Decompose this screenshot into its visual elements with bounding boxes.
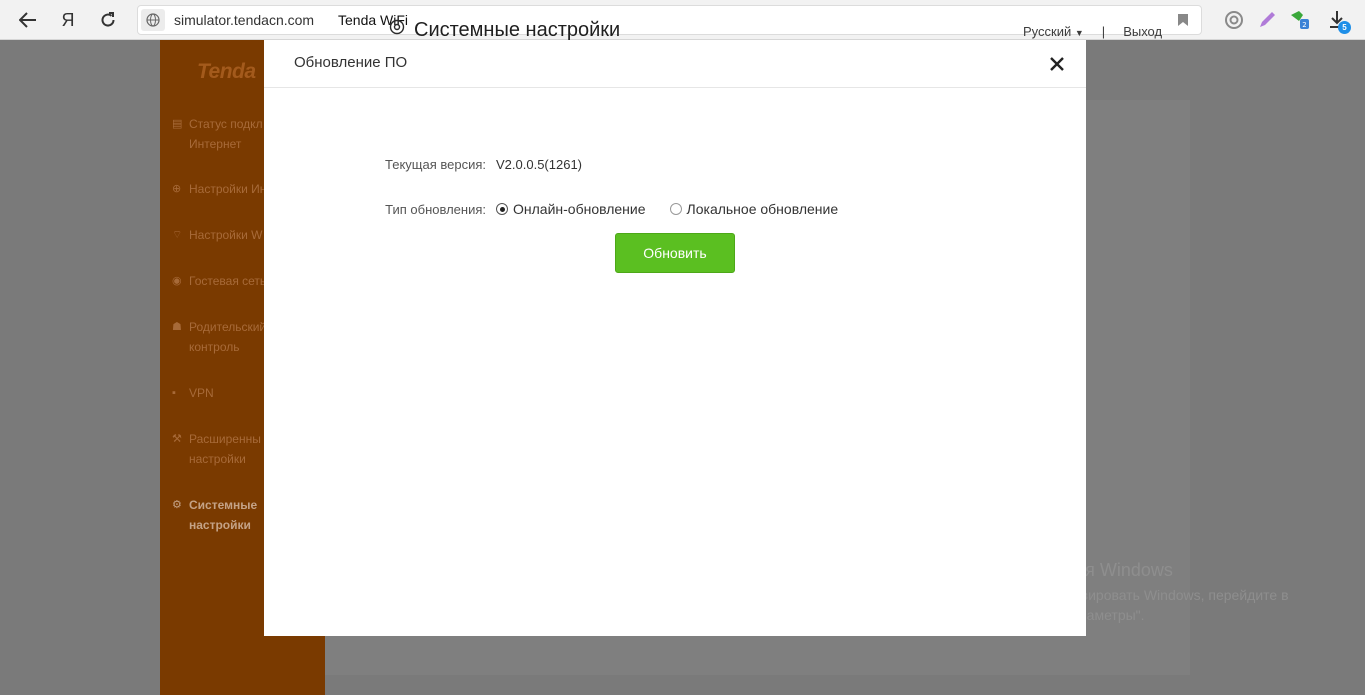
update-button[interactable]: Обновить (615, 233, 735, 273)
online-update-radio[interactable]: Онлайн-обновление (496, 201, 646, 217)
radio-unselected-icon (669, 203, 682, 215)
header-separator: | (1101, 24, 1106, 39)
download-count-badge: 5 (1338, 21, 1351, 34)
local-update-radio[interactable]: Локальное обновление (669, 201, 839, 217)
page-title-text: Системные настройки (414, 18, 621, 41)
sidebar-item-label-2: настройки (189, 518, 251, 532)
current-version-row: Текущая версия: V2.0.0.5(1261) (378, 157, 582, 172)
gear-icon (388, 18, 406, 42)
protect-icon[interactable] (1223, 9, 1245, 31)
online-update-label: Онлайн-обновление (513, 201, 646, 217)
dialog-header: Обновление ПО (264, 40, 1086, 88)
sidebar-item-label: Настройки W (189, 228, 263, 242)
tenda-logo: Tenda (197, 60, 256, 83)
sidebar-item-label-2: Интернет (189, 137, 242, 151)
close-button[interactable] (1048, 55, 1066, 73)
wifi-icon: ⌔ (172, 229, 183, 241)
back-button[interactable] (16, 8, 40, 32)
arrow-left-icon (19, 12, 36, 28)
chevron-down-icon: ▼ (1074, 28, 1084, 38)
sidebar-item-label: Настройки Ин (189, 182, 267, 196)
pen-icon[interactable] (1256, 9, 1278, 31)
download-button[interactable]: 5 (1326, 9, 1351, 34)
parental-control-icon: ☗ (172, 321, 182, 333)
page-title: Системные настройки (388, 18, 620, 42)
update-type-row: Тип обновления: Онлайн-обновление Локаль… (378, 201, 862, 217)
close-icon (1050, 57, 1064, 71)
url-text: simulator.tendacn.com (174, 12, 315, 28)
vpn-icon: ▪ (172, 387, 176, 399)
language-select[interactable]: Русский ▼ (1023, 24, 1084, 39)
globe-icon: ⊕ (172, 183, 182, 195)
reload-button[interactable] (96, 8, 120, 32)
extension-icon[interactable]: 2 (1289, 9, 1311, 31)
current-version-value: V2.0.0.5(1261) (496, 157, 583, 172)
sidebar-item-label: Родительский (189, 320, 267, 334)
sidebar-item-label: Гостевая сеть (189, 274, 267, 288)
current-version-label: Текущая версия: (385, 157, 486, 172)
update-type-label: Тип обновления: (385, 201, 486, 217)
sidebar-item-label: Системные (189, 498, 258, 512)
local-update-label: Локальное обновление (686, 201, 839, 217)
sidebar-item-label: Расширенны (189, 432, 261, 446)
reload-icon (101, 12, 115, 27)
sidebar-item-label-2: настройки (189, 452, 246, 466)
firmware-update-dialog: Обновление ПО Текущая версия: V2.0.0.5(1… (264, 40, 1086, 636)
wrench-icon: ⚒ (172, 433, 182, 445)
svg-text:2: 2 (1302, 21, 1306, 29)
yandex-button[interactable]: Я (56, 8, 80, 32)
guest-network-icon: ◉ (172, 275, 182, 287)
logout-link[interactable]: Выход (1123, 24, 1162, 39)
gear-icon: ⚙ (172, 499, 182, 511)
header-links: Русский ▼ | Выход (1023, 24, 1162, 39)
dialog-title: Обновление ПО (294, 54, 408, 71)
sidebar-item-label-2: контроль (189, 340, 240, 354)
globe-icon (141, 9, 165, 31)
sidebar-item-label: VPN (189, 386, 214, 400)
bookmark-icon[interactable] (1177, 13, 1189, 32)
internet-status-icon: ▤ (172, 118, 183, 130)
radio-selected-icon (496, 203, 508, 215)
sidebar-item-label: Статус подкл (189, 117, 263, 131)
